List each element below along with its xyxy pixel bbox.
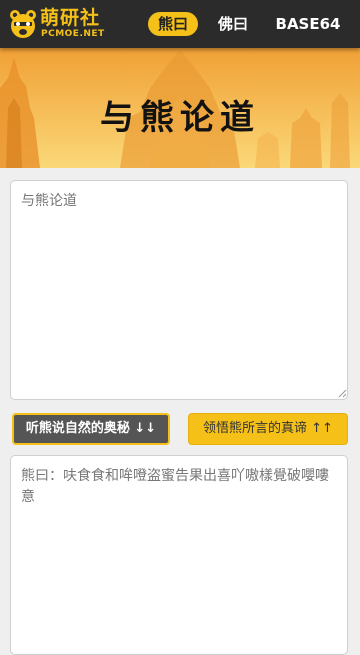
bear-mascot-icon [10, 10, 36, 38]
tab-fo-yue[interactable]: 佛曰 [210, 12, 256, 36]
encode-button[interactable]: 听熊说自然的奥秘 ↓↓ [12, 413, 170, 445]
top-nav: 萌研社 PCMOE.NET 熊曰 佛曰 BASE64 [0, 0, 360, 48]
tab-base64[interactable]: BASE64 [270, 12, 346, 36]
hero-title: 与熊论道 [100, 98, 260, 138]
input-textarea[interactable] [10, 180, 348, 400]
tab-xiong-yue[interactable]: 熊曰 [148, 12, 198, 36]
hero-banner: 与熊论道 [0, 48, 360, 168]
logo-subtitle: PCMOE.NET [41, 29, 105, 39]
resize-grip-icon[interactable] [337, 388, 347, 398]
logo-title: 萌研社 [40, 7, 101, 29]
output-textarea[interactable]: 熊曰：呋食食和哞噔盗蜜告果出喜吖嗷樣覺破嚶嘍意 [10, 455, 348, 655]
decode-button[interactable]: 领悟熊所言的真谛 ↑↑ [188, 413, 348, 445]
site-logo[interactable]: 萌研社 PCMOE.NET [8, 6, 118, 42]
